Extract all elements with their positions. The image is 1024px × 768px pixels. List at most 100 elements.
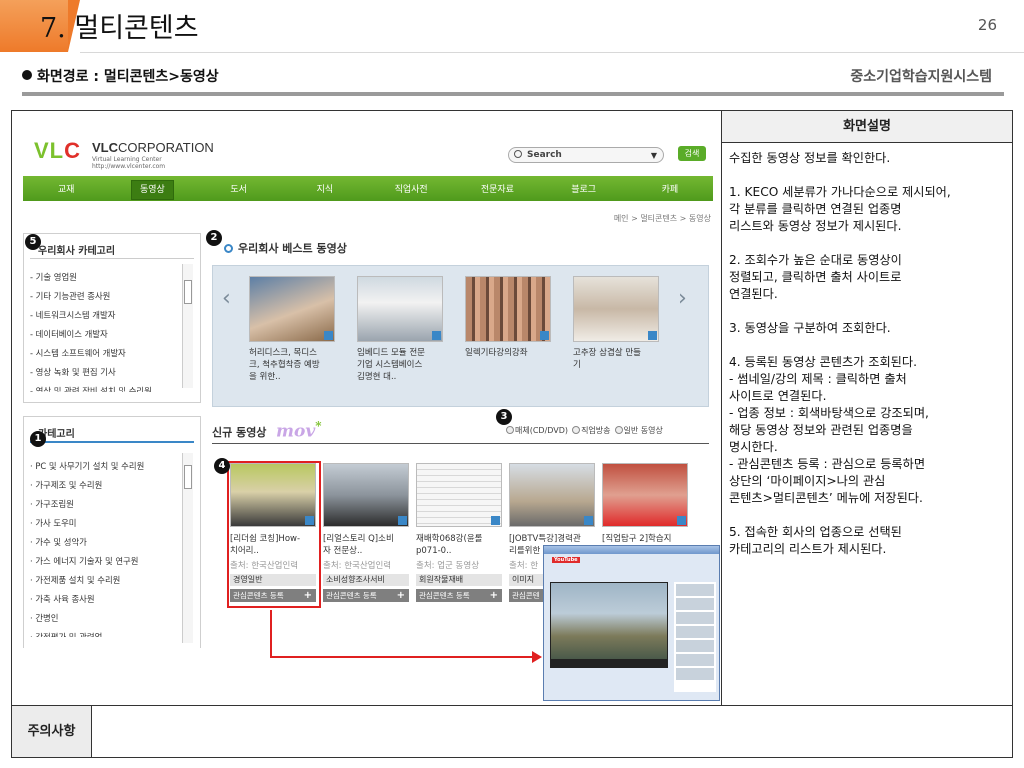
corp-subtitle: Virtual Learning Center http://www.vlcent… [92,156,166,170]
list-item[interactable]: - 기타 기능관련 종사원 [30,287,185,306]
carousel-prev-button[interactable]: ‹ [222,286,231,311]
slide-title: 7. 멀티콘텐츠 [40,13,199,44]
radio-icon [614,426,623,434]
best-video-thumbnail[interactable] [573,276,659,342]
filter-media[interactable]: 매체(CD/DVD) [506,425,568,436]
search-button[interactable]: 검색 [678,146,706,161]
list-item[interactable]: · PC 및 사무기기 설치 및 수리원 [30,457,185,476]
new-video-source: 출처: 업군 동영상 [416,561,480,571]
list-item[interactable]: - 영상 녹화 및 편집 기사 [30,363,185,382]
list-item[interactable]: · 가전제품 설치 및 수리원 [30,571,185,590]
company-category-scrollbar[interactable] [182,264,193,388]
play-icon [540,331,549,340]
new-video-thumbnail[interactable] [509,463,595,527]
best-video-caption[interactable]: 허리디스크, 목디스 크, 척추협착증 예방 을 위한.. [249,347,345,383]
nav-item-blog[interactable]: 블로그 [541,182,627,195]
new-video-thumbnail[interactable] [602,463,688,527]
best-video-thumbnail[interactable] [357,276,443,342]
new-video-title[interactable]: [직업탐구 2]학습지 [602,533,692,545]
frame-divider [721,110,722,706]
main-nav: 교재 동영상 도서 지식 직업사전 전문자료 블로그 카페 [23,176,713,201]
list-item[interactable]: - 데이터베이스 개발자 [30,325,185,344]
related-videos-list [674,582,716,692]
vlc-logo[interactable]: VLC [34,138,81,164]
company-category-list: - 기술 영업원 - 기타 기능관련 종사원 - 네트워크시스템 개발자 - 데… [30,268,185,392]
popup-titlebar [544,546,719,554]
list-item[interactable]: · 간병인 [30,609,185,628]
new-video-thumbnail[interactable] [416,463,502,527]
list-item[interactable]: · 가구조립원 [30,495,185,514]
new-video-title[interactable]: [리얼스토리 Q]소비 자 전문상.. [323,533,413,557]
play-icon [398,516,407,525]
best-video-thumbnail[interactable] [465,276,551,342]
nav-item-video[interactable]: 동영상 [109,180,195,200]
nav-item-job-dictionary[interactable]: 직업사전 [368,182,454,195]
best-video-thumbnail[interactable] [249,276,335,342]
new-video-source: 출처: 한 [509,561,539,571]
mov-logo: mov* [276,419,322,442]
plus-icon: + [489,590,498,601]
chevron-down-icon: ▼ [650,151,657,160]
play-icon [648,331,657,340]
new-videos-title: 신규 동영상 [212,426,267,439]
list-item[interactable]: · 가축 사육 종사원 [30,590,185,609]
nav-item-books[interactable]: 도서 [196,182,282,195]
description-item-3: 3. 동영상을 구분하여 조회한다. [729,321,891,335]
description-item-2: 2. 조회수가 높은 순대로 동영상이 정렬되고, 클릭하면 출처 사이트로 연… [729,253,902,301]
list-item[interactable]: · 가구제조 및 수리원 [30,476,185,495]
industry-tag: 회원작물재배 [416,574,502,586]
nav-item-textbook[interactable]: 교재 [23,182,109,195]
screen-path: 화면경로 : 멀티콘텐츠>동영상 [22,66,219,86]
new-video-title[interactable]: 재배학068강(윤롤 p071-0.. [416,533,506,557]
breadcrumb: 메인 > 멀티콘텐츠 > 동영상 [613,214,711,223]
list-item[interactable]: · 가사 도우미 [30,514,185,533]
filter-job-broadcast[interactable]: 직업방송 [572,425,611,436]
category-scrollbar[interactable] [182,453,193,643]
list-item[interactable]: - 시스템 소프트웨어 개발자 [30,344,185,363]
youtube-logo: YouTube [552,557,580,563]
list-item[interactable]: · 가수 및 성악가 [30,533,185,552]
scroll-thumb[interactable] [184,280,192,304]
add-interest-button[interactable]: 관심콘텐츠 등록 + [323,589,409,602]
play-icon [491,516,500,525]
best-video-caption[interactable]: 고추장 삼겹살 만들 기 [573,347,669,371]
list-item[interactable]: · 가스 에너지 기술자 및 연구원 [30,552,185,571]
plus-icon: + [396,590,405,601]
company-category-panel: 우리회사 카테고리 - 기술 영업원 - 기타 기능관련 종사원 - 네트워크시… [23,233,201,403]
list-item[interactable]: - 기술 영업원 [30,268,185,287]
new-video-thumbnail[interactable] [323,463,409,527]
description-intro: 수집한 동영상 정보를 확인한다. [729,151,891,165]
add-interest-button[interactable]: 관심콘텐 [509,589,543,602]
play-icon [677,516,686,525]
header-divider [80,52,1024,53]
carousel-next-button[interactable]: › [678,286,687,311]
badge-1: 1 [30,431,46,447]
page-number: 26 [977,16,997,34]
search-input[interactable]: Search ▼ [508,147,664,163]
best-video-caption[interactable]: 일렉기타강의강좌 [465,347,561,359]
frame-divider-bottom [11,705,1013,706]
nav-item-resources[interactable]: 전문자료 [454,182,540,195]
list-item[interactable]: · 감정평가 및 관련업 [30,628,185,637]
video-player[interactable] [550,582,668,660]
nav-item-cafe[interactable]: 카페 [627,182,713,195]
filter-general[interactable]: 일반 동영상 [614,425,663,436]
nav-item-knowledge[interactable]: 지식 [282,182,368,195]
list-item[interactable]: - 네트워크시스템 개발자 [30,306,185,325]
circle-icon [224,244,233,253]
category-panel: 카테고리 · PC 및 사무기기 설치 및 수리원 · 가구제조 및 수리원 ·… [23,416,201,648]
slide: 7. 멀티콘텐츠 26 화면경로 : 멀티콘텐츠>동영상 중소기업학습지원시스템… [0,0,1024,768]
connector-line [270,610,272,658]
highlight-box [227,461,321,608]
video-controls[interactable] [550,660,668,668]
best-video-caption[interactable]: 임베디드 모듈 전문 기업 시스템베이스 김명현 대.. [357,347,453,383]
add-interest-button[interactable]: 관심콘텐츠 등록 + [416,589,502,602]
description-body: 수집한 동영상 정보를 확인한다. 1. KECO 세분류가 가나다순으로 제시… [729,150,1011,575]
scroll-thumb[interactable] [184,465,192,489]
arrow-right-icon [532,651,542,663]
youtube-popup-window: YouTube [543,545,720,701]
list-item[interactable]: - 영상 및 관련 장비 설치 및 수리원 [30,382,185,392]
category-list: · PC 및 사무기기 설치 및 수리원 · 가구제조 및 수리원 · 가구조립… [30,457,185,637]
play-icon [324,331,333,340]
badge-3: 3 [496,409,512,425]
